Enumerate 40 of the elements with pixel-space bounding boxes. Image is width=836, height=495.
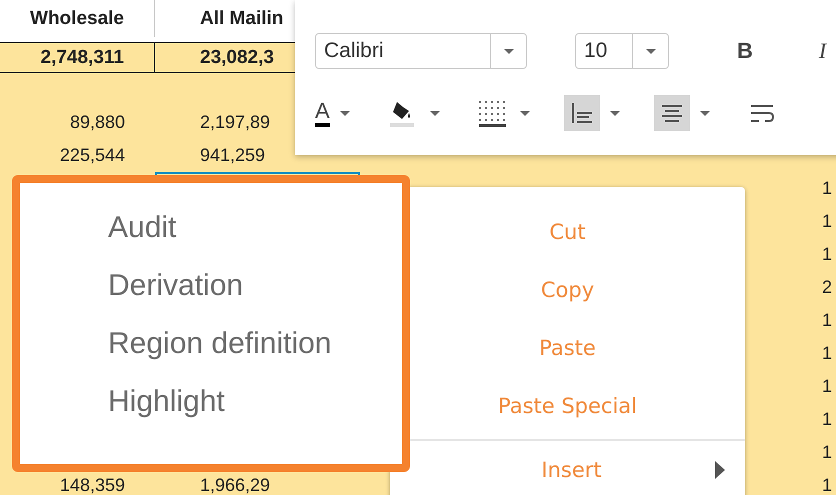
borders-icon xyxy=(476,98,507,128)
caret-icon xyxy=(610,110,620,116)
bold-button[interactable]: B xyxy=(733,36,757,66)
font-select[interactable]: Calibri xyxy=(315,33,527,69)
table-cell-text: 2 xyxy=(821,276,834,299)
caret-icon xyxy=(430,110,440,116)
table-cell-text: 1 xyxy=(821,342,834,365)
table-cell-text: 89,880 xyxy=(68,111,126,134)
menu-item[interactable]: Audit xyxy=(108,211,402,245)
table-cell-text: 1,966,29 xyxy=(199,474,270,495)
table-cell-text: 1 xyxy=(821,441,834,464)
table-cell-text: 1 xyxy=(821,243,834,266)
halign-button[interactable] xyxy=(654,95,690,131)
menu-item[interactable]: Region definition xyxy=(108,327,402,361)
menu-item[interactable]: Derivation xyxy=(108,269,402,303)
table-cell-text: 1 xyxy=(821,408,834,431)
font-size-select[interactable]: 10 xyxy=(575,33,669,69)
table-cell-text: 1 xyxy=(821,474,834,495)
table-cell-text: 225,544 xyxy=(58,144,126,167)
table-cell-text: 1 xyxy=(821,375,834,398)
menu-item[interactable]: Highlight xyxy=(108,385,402,419)
total-cell-text: 23,082,3 xyxy=(199,46,274,70)
italic-button[interactable]: I xyxy=(814,36,830,66)
caret-icon xyxy=(504,48,514,54)
table-cell-text: 2,197,89 xyxy=(199,111,270,134)
caret-icon xyxy=(646,48,656,54)
table-cell-text: 941,259 xyxy=(199,144,266,167)
column-header: All Mailin xyxy=(199,6,284,30)
table-cell-text: 1 xyxy=(821,309,834,332)
table-cell-text: 148,359 xyxy=(58,474,126,495)
caret-icon xyxy=(520,110,530,116)
table-cell-text: 1 xyxy=(821,177,834,200)
table-cell-text: 1 xyxy=(821,210,834,233)
caret-icon xyxy=(700,110,710,116)
column-header: Wholesale xyxy=(0,0,155,37)
valign-button[interactable] xyxy=(564,95,600,131)
caret-icon xyxy=(340,110,350,116)
submenu-arrow-icon xyxy=(715,461,725,479)
font-color-button[interactable]: A xyxy=(315,100,330,126)
total-cell: 2,748,311 xyxy=(0,43,155,72)
